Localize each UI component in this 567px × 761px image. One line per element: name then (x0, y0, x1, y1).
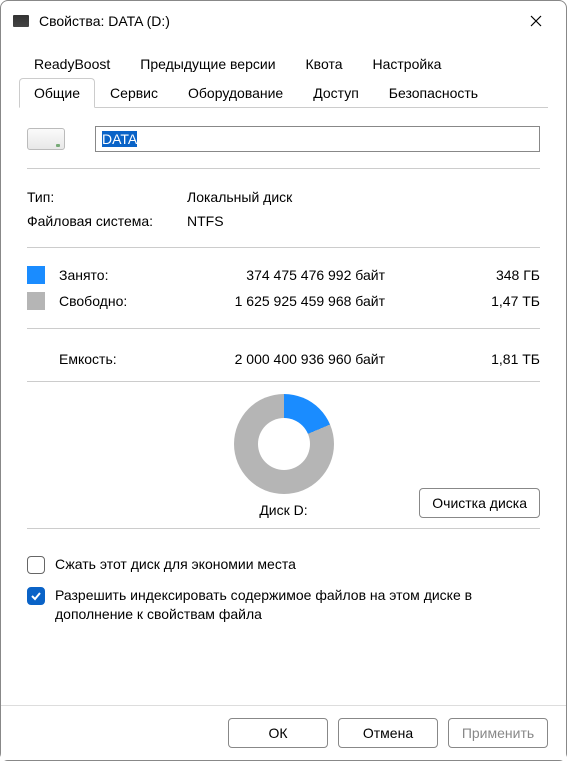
dialog-footer: ОК Отмена Применить (1, 705, 566, 760)
drive-properties-icon (13, 15, 29, 27)
tab-sharing[interactable]: Доступ (298, 78, 374, 107)
close-button[interactable] (518, 5, 554, 37)
drive-icon (27, 128, 65, 150)
free-bytes: 1 625 925 459 968 байт (165, 293, 385, 309)
window-title: Свойства: DATA (D:) (39, 13, 518, 29)
usage-donut-chart (234, 394, 334, 494)
used-human: 348 ГБ (385, 267, 540, 283)
used-label: Занято: (59, 267, 165, 283)
tab-customize[interactable]: Настройка (358, 49, 457, 78)
capacity-human: 1,81 ТБ (385, 351, 540, 367)
tab-previous-versions[interactable]: Предыдущие версии (125, 49, 290, 78)
capacity-bytes: 2 000 400 936 960 байт (165, 351, 385, 367)
check-icon (30, 590, 42, 602)
index-checkbox[interactable] (27, 587, 45, 605)
general-panel: Тип: Локальный диск Файловая система: NT… (19, 108, 548, 642)
free-swatch (27, 292, 45, 310)
tab-hardware[interactable]: Оборудование (173, 78, 298, 107)
type-value: Локальный диск (187, 189, 540, 205)
free-human: 1,47 ТБ (385, 293, 540, 309)
tab-quota[interactable]: Квота (291, 49, 358, 78)
title-bar: Свойства: DATA (D:) (1, 1, 566, 41)
compress-label: Сжать этот диск для экономии места (55, 555, 296, 574)
used-bytes: 374 475 476 992 байт (165, 267, 385, 283)
free-label: Свободно: (59, 293, 165, 309)
drive-name-input[interactable] (95, 126, 540, 152)
compress-checkbox[interactable] (27, 556, 45, 574)
tab-strip: ReadyBoost Предыдущие версии Квота Настр… (19, 49, 548, 108)
filesystem-value: NTFS (187, 213, 540, 229)
type-label: Тип: (27, 189, 187, 205)
tab-security[interactable]: Безопасность (374, 78, 493, 107)
close-icon (530, 15, 542, 27)
tab-general[interactable]: Общие (19, 78, 95, 108)
filesystem-label: Файловая система: (27, 213, 187, 229)
apply-button[interactable]: Применить (448, 718, 548, 748)
ok-button[interactable]: ОК (228, 718, 328, 748)
disk-cleanup-button[interactable]: Очистка диска (419, 488, 540, 518)
capacity-label: Емкость: (59, 351, 165, 367)
index-label: Разрешить индексировать содержимое файло… (55, 586, 540, 624)
tab-tools[interactable]: Сервис (95, 78, 173, 107)
used-swatch (27, 266, 45, 284)
cancel-button[interactable]: Отмена (338, 718, 438, 748)
tab-readyboost[interactable]: ReadyBoost (19, 49, 125, 78)
